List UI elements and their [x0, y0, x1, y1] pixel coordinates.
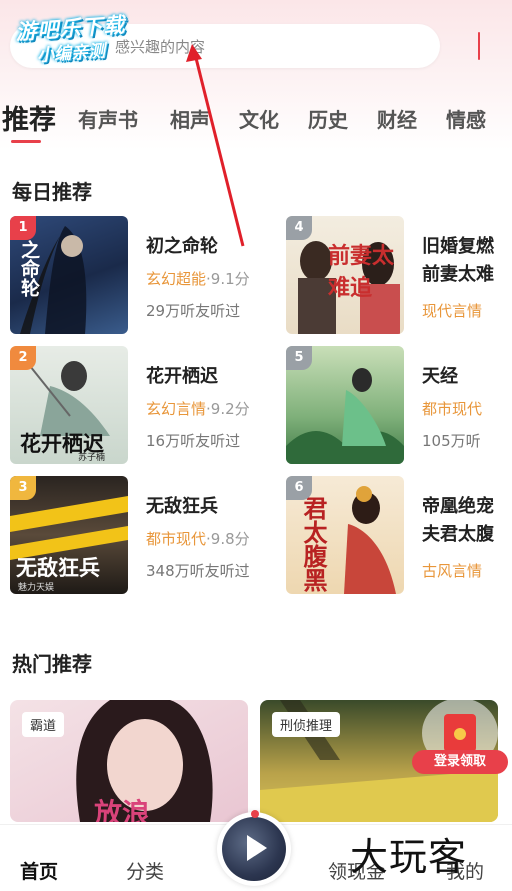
cover-title: 之命轮: [18, 240, 40, 297]
book-item[interactable]: 君太腹黑 6 帝凰绝宠 夫君太腹 古风言情: [286, 476, 512, 596]
hot-card[interactable]: 放浪 霸道: [10, 700, 248, 822]
book-score: ·9.2分: [206, 400, 250, 418]
tab-culture[interactable]: 文化: [239, 104, 279, 133]
book-item[interactable]: 5 天经 都市现代 105万听: [286, 346, 512, 466]
book-item[interactable]: 无敌狂兵 魅力天娱 3 无敌狂兵 都市现代·9.8分 348万听友听过: [10, 476, 260, 596]
book-genre: 现代言情: [422, 302, 483, 320]
book-score: ·9.1分: [206, 270, 250, 288]
book-cover: 君太腹黑 6: [286, 476, 404, 594]
book-genre: 都市现代: [422, 400, 483, 418]
tab-emotion[interactable]: 情感: [446, 104, 486, 133]
book-listeners: 105万听: [422, 432, 481, 450]
book-genre: 都市现代·9.8分: [146, 528, 250, 549]
book-item[interactable]: 花开栖迟 苏子楠 2 花开栖迟 玄幻言情·9.2分 16万听友听过: [10, 346, 260, 466]
cover-title: 无敌狂兵: [16, 555, 100, 580]
nav-home[interactable]: 首页: [20, 857, 58, 884]
cover-author: 苏子楠: [78, 453, 106, 463]
genre-label: 都市现代: [146, 530, 207, 548]
tab-history[interactable]: 历史: [308, 104, 348, 133]
book-title: 初之命轮: [146, 236, 218, 257]
book-title: 旧婚复燃: [422, 236, 494, 257]
book-title-line2: 夫君太腹: [422, 524, 494, 545]
rank-badge: 5: [286, 346, 312, 370]
hot-card-title: 放浪: [94, 797, 151, 822]
category-tabs: 推荐 有声书 相声 文化 历史 财经 情感: [0, 98, 512, 144]
cover-title: 前妻太难追: [328, 243, 395, 301]
player-button[interactable]: [217, 810, 291, 886]
book-listeners: 16万听友听过: [146, 432, 241, 450]
rank-badge: 6: [286, 476, 312, 500]
tab-crosstalk[interactable]: 相声: [170, 104, 210, 133]
book-title: 花开栖迟: [146, 366, 218, 387]
book-item[interactable]: 之命轮 1 初之命轮 玄幻超能·9.1分 29万听友听过: [10, 216, 260, 336]
genre-label: 玄幻言情: [146, 400, 207, 418]
hot-card-tag: 刑侦推理: [272, 712, 341, 737]
daily-section-title: 每日推荐: [12, 180, 92, 204]
nav-category[interactable]: 分类: [126, 857, 164, 884]
cover-publisher: 魅力天娱: [18, 583, 55, 593]
active-tab-indicator: [11, 140, 41, 143]
rank-badge: 1: [10, 216, 36, 240]
rank-badge: 2: [10, 346, 36, 370]
book-genre: 古风言情: [422, 562, 483, 580]
tab-audiobook[interactable]: 有声书: [78, 104, 138, 133]
book-title: 无敌狂兵: [146, 496, 218, 517]
watermark-logo: 游吧乐下载 小编亲测: [4, 7, 157, 69]
book-listeners: 348万听友听过: [146, 562, 250, 580]
cover-title: 君太腹黑: [299, 496, 328, 592]
book-item[interactable]: 前妻太难追 4 旧婚复燃 前妻太难 现代言情: [286, 216, 512, 336]
login-reward-label: 登录领取: [412, 750, 508, 774]
watermark-line2: 小编亲测: [36, 41, 106, 67]
play-icon: [247, 835, 267, 861]
book-cover: 5: [286, 346, 404, 464]
corner-watermark: 大玩客: [350, 835, 468, 879]
book-cover: 之命轮 1: [10, 216, 128, 334]
book-title-line2: 前妻太难: [422, 264, 494, 285]
hot-section-title: 热门推荐: [12, 652, 92, 676]
book-cover: 花开栖迟 苏子楠 2: [10, 346, 128, 464]
book-title: 帝凰绝宠: [422, 496, 494, 517]
rank-badge: 3: [10, 476, 36, 500]
tab-finance[interactable]: 财经: [377, 104, 417, 133]
rank-badge: 4: [286, 216, 312, 240]
book-genre: 玄幻超能·9.1分: [146, 268, 250, 289]
login-reward-float[interactable]: 登录领取: [412, 698, 508, 778]
player-indicator-dot: [251, 810, 259, 818]
book-genre: 玄幻言情·9.2分: [146, 398, 250, 419]
header-divider: [478, 32, 480, 60]
book-score: ·9.8分: [206, 530, 250, 548]
book-cover: 前妻太难追 4: [286, 216, 404, 334]
book-title: 天经: [422, 366, 458, 387]
hot-card-tag: 霸道: [22, 712, 65, 737]
genre-label: 玄幻超能: [146, 270, 207, 288]
book-cover: 无敌狂兵 魅力天娱 3: [10, 476, 128, 594]
book-listeners: 29万听友听过: [146, 302, 241, 320]
red-envelope-icon: [444, 714, 476, 752]
tab-recommend[interactable]: 推荐: [2, 98, 56, 137]
